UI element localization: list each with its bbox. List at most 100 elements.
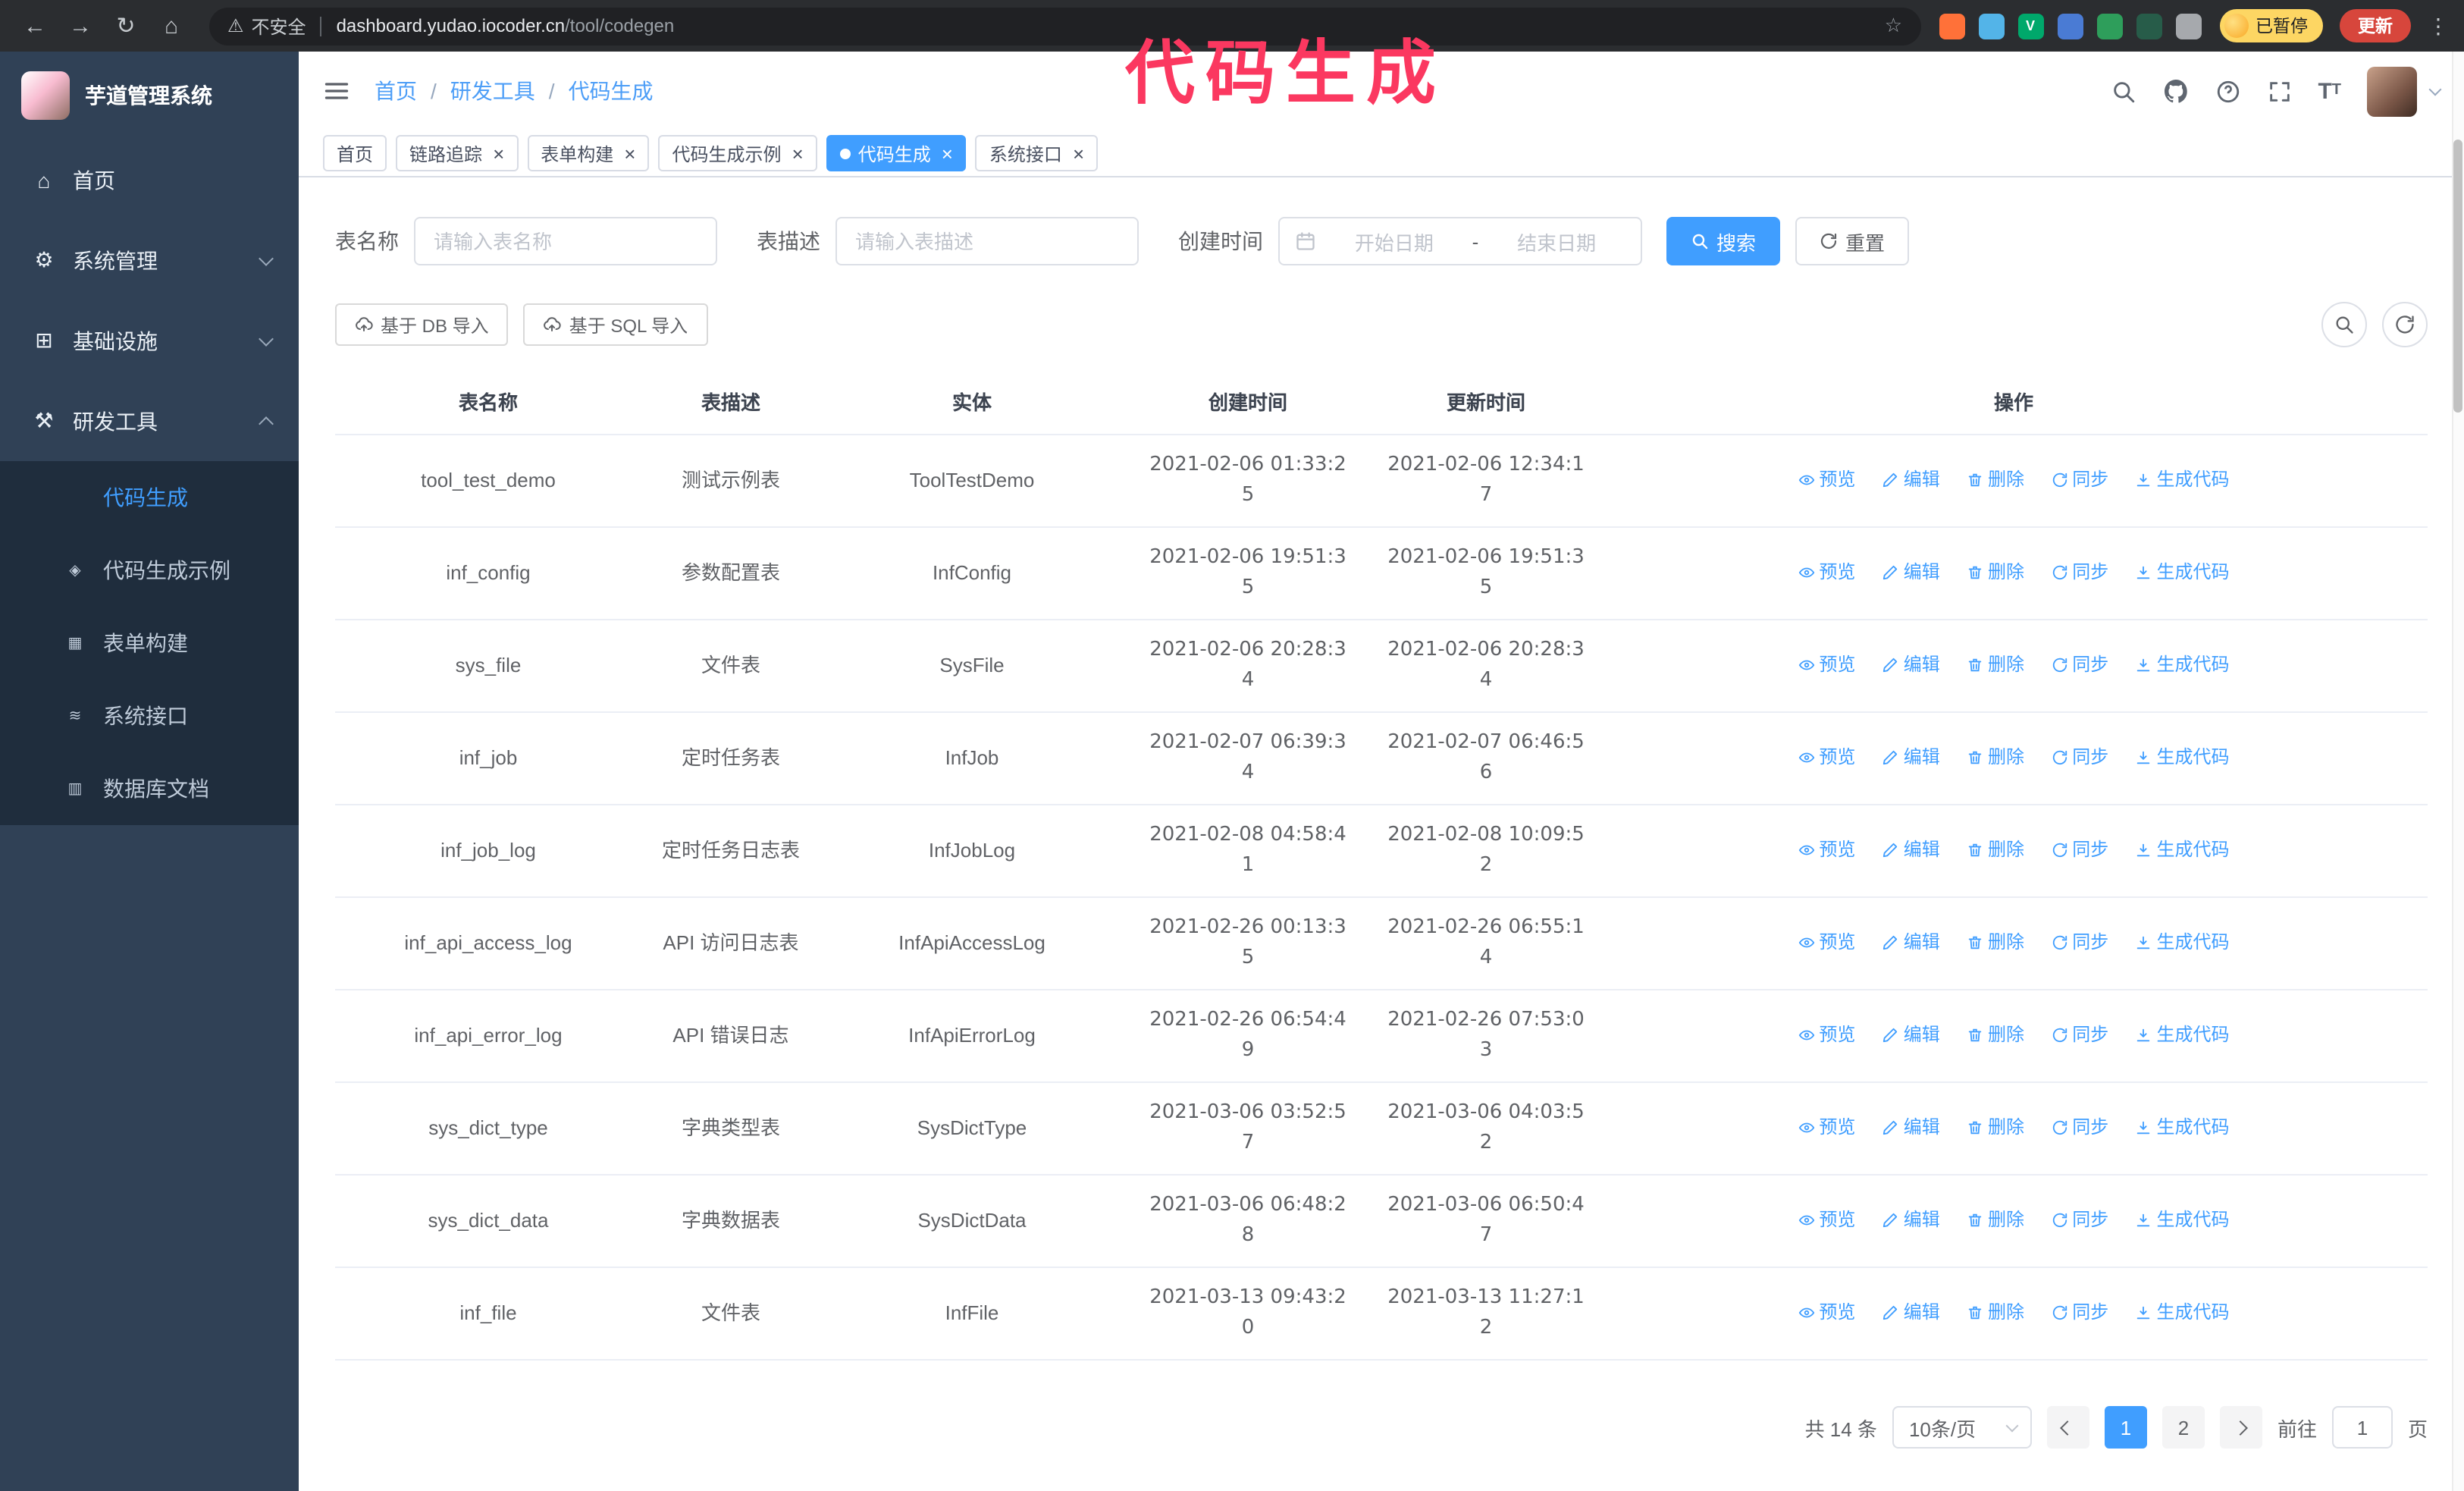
generate-code-link[interactable]: 生成代码 — [2136, 1113, 2230, 1143]
preview-link[interactable]: 预览 — [1798, 1205, 1855, 1235]
browser-menu-icon[interactable]: ⋮ — [2428, 13, 2449, 39]
search-icon[interactable] — [2110, 78, 2136, 104]
card-extension-icon[interactable] — [2096, 13, 2122, 39]
delete-link[interactable]: 删除 — [1967, 650, 2024, 680]
breadcrumb-item-0[interactable]: 首页 — [375, 76, 417, 106]
reset-button[interactable]: 重置 — [1795, 217, 1910, 265]
sidebar-subitem-4[interactable]: ▥ 数据库文档 — [0, 752, 299, 825]
edit-link[interactable]: 编辑 — [1882, 1205, 1940, 1235]
back-icon[interactable]: ← — [15, 13, 55, 39]
edit-link[interactable]: 编辑 — [1882, 1298, 1940, 1328]
sync-link[interactable]: 同步 — [2051, 465, 2108, 495]
goto-page-input[interactable] — [2331, 1406, 2393, 1449]
edit-link[interactable]: 编辑 — [1882, 1113, 1940, 1143]
table-name-input[interactable] — [414, 217, 717, 265]
page-size-select[interactable]: 10条/页 — [1892, 1406, 2032, 1449]
sync-link[interactable]: 同步 — [2051, 1113, 2108, 1143]
forward-icon[interactable]: → — [61, 13, 100, 39]
sync-link[interactable]: 同步 — [2051, 1020, 2108, 1050]
sidebar-toggle-icon[interactable] — [323, 77, 350, 105]
people-extension-icon[interactable] — [2057, 13, 2083, 39]
fox-extension-icon[interactable] — [1939, 13, 1964, 39]
tab-2[interactable]: 表单构建 × — [527, 135, 650, 171]
bookmark-star-icon[interactable]: ☆ — [1885, 14, 1902, 38]
sidebar-item-1[interactable]: ⚙ 系统管理 — [0, 220, 299, 300]
search-button[interactable]: 搜索 — [1666, 217, 1781, 265]
preview-link[interactable]: 预览 — [1798, 1113, 1855, 1143]
v-green-extension-icon[interactable]: V — [2017, 13, 2043, 39]
generate-code-link[interactable]: 生成代码 — [2136, 1298, 2230, 1328]
toggle-search-button[interactable] — [2321, 302, 2367, 347]
tab-0[interactable]: 首页 — [323, 135, 387, 171]
home-icon[interactable]: ⌂ — [152, 13, 191, 39]
delete-link[interactable]: 删除 — [1967, 1020, 2024, 1050]
window-scrollbar[interactable] — [2452, 52, 2464, 1491]
generate-code-link[interactable]: 生成代码 — [2136, 742, 2230, 773]
tab-4-active[interactable]: 代码生成 × — [826, 135, 967, 171]
prev-page-button[interactable] — [2046, 1406, 2089, 1449]
edit-link[interactable]: 编辑 — [1882, 1020, 1940, 1050]
sync-link[interactable]: 同步 — [2051, 742, 2108, 773]
delete-link[interactable]: 删除 — [1967, 557, 2024, 588]
close-icon[interactable]: × — [942, 143, 953, 163]
delete-link[interactable]: 删除 — [1967, 1298, 2024, 1328]
github-icon[interactable] — [2161, 77, 2189, 105]
breadcrumb-item-2[interactable]: 代码生成 — [569, 76, 654, 106]
leaf-extension-icon[interactable] — [2136, 13, 2161, 39]
next-page-button[interactable] — [2219, 1406, 2262, 1449]
update-button[interactable]: 更新 — [2340, 9, 2411, 42]
breadcrumb-item-1[interactable]: 研发工具 — [450, 76, 535, 106]
preview-link[interactable]: 预览 — [1798, 742, 1855, 773]
delete-link[interactable]: 删除 — [1967, 1113, 2024, 1143]
security-warning[interactable]: 不安全 — [252, 13, 306, 39]
preview-link[interactable]: 预览 — [1798, 465, 1855, 495]
delete-link[interactable]: 删除 — [1967, 928, 2024, 958]
generate-code-link[interactable]: 生成代码 — [2136, 1020, 2230, 1050]
sync-link[interactable]: 同步 — [2051, 650, 2108, 680]
generate-code-link[interactable]: 生成代码 — [2136, 1205, 2230, 1235]
generate-code-link[interactable]: 生成代码 — [2136, 835, 2230, 865]
import-db-button[interactable]: 基于 DB 导入 — [335, 303, 509, 346]
sync-link[interactable]: 同步 — [2051, 928, 2108, 958]
preview-link[interactable]: 预览 — [1798, 557, 1855, 588]
sidebar-item-0[interactable]: ⌂ 首页 — [0, 140, 299, 220]
preview-link[interactable]: 预览 — [1798, 650, 1855, 680]
edit-link[interactable]: 编辑 — [1882, 742, 1940, 773]
generate-code-link[interactable]: 生成代码 — [2136, 465, 2230, 495]
sync-link[interactable]: 同步 — [2051, 557, 2108, 588]
user-avatar[interactable] — [2367, 66, 2417, 116]
generate-code-link[interactable]: 生成代码 — [2136, 557, 2230, 588]
preview-link[interactable]: 预览 — [1798, 928, 1855, 958]
delete-link[interactable]: 删除 — [1967, 835, 2024, 865]
generate-code-link[interactable]: 生成代码 — [2136, 928, 2230, 958]
sidebar-subitem-0[interactable]: 代码生成 — [0, 461, 299, 534]
preview-link[interactable]: 预览 — [1798, 835, 1855, 865]
profile-paused-badge[interactable]: 已暂停 — [2219, 9, 2323, 42]
delete-link[interactable]: 删除 — [1967, 742, 2024, 773]
edit-link[interactable]: 编辑 — [1882, 650, 1940, 680]
page-button-1[interactable]: 1 — [2104, 1406, 2147, 1449]
close-icon[interactable]: × — [1073, 143, 1084, 163]
tab-5[interactable]: 系统接口 × — [975, 135, 1099, 171]
generate-code-link[interactable]: 生成代码 — [2136, 650, 2230, 680]
sync-link[interactable]: 同步 — [2051, 835, 2108, 865]
fullscreen-icon[interactable] — [2266, 78, 2292, 104]
sidebar-item-3[interactable]: ⚒ 研发工具 — [0, 381, 299, 461]
sidebar-item-2[interactable]: ⊞ 基础设施 — [0, 300, 299, 381]
reload-icon[interactable]: ↻ — [106, 12, 146, 39]
edit-link[interactable]: 编辑 — [1882, 465, 1940, 495]
close-icon[interactable]: × — [493, 143, 504, 163]
scrollbar-thumb[interactable] — [2453, 140, 2462, 413]
water-drop-extension-icon[interactable] — [1978, 13, 2004, 39]
sync-link[interactable]: 同步 — [2051, 1298, 2108, 1328]
address-bar[interactable]: ⚠ 不安全 dashboard.yudao.iocoder.cn /tool/c… — [209, 7, 1920, 45]
sidebar-subitem-2[interactable]: ▦ 表单构建 — [0, 607, 299, 680]
edit-link[interactable]: 编辑 — [1882, 928, 1940, 958]
delete-link[interactable]: 删除 — [1967, 1205, 2024, 1235]
table-desc-input[interactable] — [835, 217, 1139, 265]
tab-1[interactable]: 链路追踪 × — [396, 135, 519, 171]
tab-3[interactable]: 代码生成示例 × — [658, 135, 817, 171]
refresh-table-button[interactable] — [2382, 302, 2428, 347]
chevron-down-icon[interactable] — [2428, 82, 2442, 96]
edit-link[interactable]: 编辑 — [1882, 557, 1940, 588]
